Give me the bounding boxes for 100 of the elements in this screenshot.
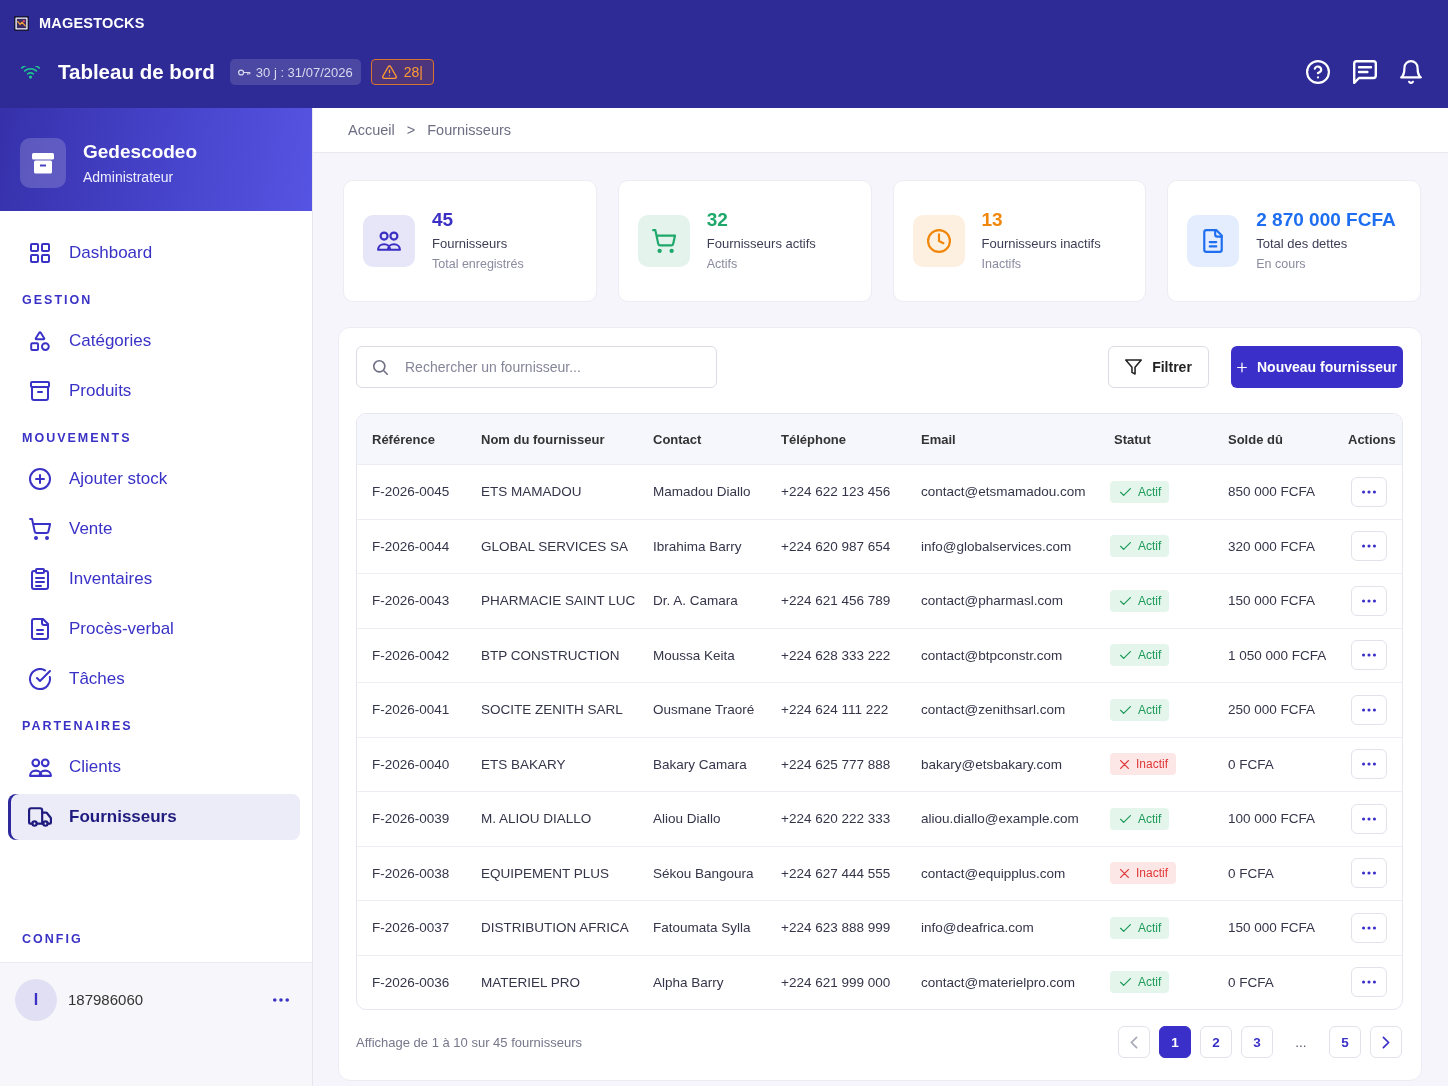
table-cell: ETS BAKARY [481,756,566,772]
table-cell: contact@etsmamadou.com [921,484,1086,500]
table-cell: 1 050 000 FCFA [1228,647,1327,663]
more-icon[interactable] [273,998,289,1002]
filter-icon [1125,359,1143,375]
sidebar-item[interactable]: Vente [8,506,300,552]
table-cell: info@globalservices.com [921,538,1072,554]
shapes-icon [30,331,50,351]
messages-icon[interactable] [1353,60,1377,84]
table-cell: BTP CONSTRUCTION [481,647,620,663]
search-field[interactable]: Rechercher un fournisseur... [356,346,717,388]
page-button[interactable]: 2 [1200,1026,1232,1058]
table-cell: F-2026-0042 [372,647,450,663]
user-avatar: I [15,979,57,1021]
stat-value: 45 [432,208,454,232]
sidebar-item[interactable]: Inventaires [8,556,300,602]
table-cell: +224 625 777 888 [781,756,891,772]
status-label: Actif [1138,702,1162,717]
table-cell: F-2026-0038 [372,865,450,881]
row-actions-button[interactable] [1351,912,1387,943]
section-label: PARTENAIRES [22,718,133,734]
pagination-ellipsis: ... [1294,1034,1308,1050]
table-cell: +224 622 123 456 [781,484,891,500]
column-header: Nom du fournisseur [481,431,605,447]
stat-label: Total des dettes [1256,235,1348,253]
column-header: Email [921,431,956,447]
sidebar-item[interactable]: Produits [8,368,300,414]
page-button[interactable]: 5 [1329,1026,1361,1058]
check-icon [1120,651,1131,660]
table-cell: +224 620 987 654 [781,538,891,554]
section-label: GESTION [22,292,93,308]
alert-count: 28| [403,64,423,80]
table-cell: 150 000 FCFA [1228,920,1316,936]
row-actions-button[interactable] [1351,531,1387,562]
table-cell: +224 621 999 000 [781,974,891,990]
table-cell: SOCITE ZENITH SARL [481,702,623,718]
table-cell: +224 624 111 222 [781,702,889,718]
table-cell: +224 620 222 333 [781,811,891,827]
more-icon [1362,925,1376,930]
more-icon [1362,544,1376,549]
sidebar-item[interactable]: Dashboard [8,230,300,276]
alert-badge[interactable]: 28| [370,59,434,85]
more-icon [1362,762,1376,767]
notifications-icon[interactable] [1400,60,1422,84]
user-id: 187986060 [68,991,144,1009]
page-button[interactable]: 3 [1241,1026,1273,1058]
row-actions-button[interactable] [1351,858,1387,889]
sidebar-item[interactable]: Tâches [8,656,300,702]
clock-icon [912,215,965,267]
row-actions-button[interactable] [1351,476,1387,507]
pagination-summary: Affichage de 1 à 10 sur 45 fournisseurs [356,1034,582,1050]
stat-label: Fournisseurs [432,235,508,253]
table-cell: F-2026-0040 [372,756,450,772]
table-cell: M. ALIOU DIALLO [481,811,592,827]
profile-name: Gedescodeo [83,140,198,163]
grid-icon [30,243,50,263]
table-cell: Dr. A. Camara [653,593,738,609]
sidebar-item[interactable]: Catégories [8,318,300,364]
table-cell: info@deafrica.com [921,920,1034,936]
archive-box-icon [30,381,50,401]
row-actions-button[interactable] [1351,749,1387,780]
cart-icon [637,215,690,267]
new-supplier-button[interactable]: Nouveau fournisseur [1231,346,1403,388]
column-header: Téléphone [781,431,846,447]
app-name: MAGESTOCKS [39,15,145,31]
status-label: Inactif [1136,866,1168,881]
breadcrumb-link[interactable]: Accueil [348,122,395,138]
truck-icon [28,807,52,827]
row-actions-button[interactable] [1351,694,1387,725]
cross-icon [1120,868,1129,878]
row-actions-button[interactable] [1351,585,1387,616]
table-cell: F-2026-0041 [372,702,450,718]
filter-button[interactable]: Filtrer [1108,346,1209,388]
table-cell: Bakary Camara [653,756,747,772]
status-label: Actif [1138,975,1162,990]
archive-box-icon [20,137,66,188]
page-button[interactable]: 1 [1159,1026,1191,1058]
stat-sublabel: Inactifs [981,256,1022,273]
column-header: Actions [1348,431,1396,447]
help-icon[interactable] [1306,60,1330,84]
status-label: Actif [1138,484,1162,499]
table-cell: F-2026-0045 [372,484,450,500]
sidebar-item[interactable]: Fournisseurs [8,794,300,840]
table-cell: 0 FCFA [1228,865,1274,881]
sidebar-item[interactable]: Ajouter stock [8,456,300,502]
table-cell: F-2026-0036 [372,974,450,990]
row-actions-button[interactable] [1351,640,1387,671]
next-page-button[interactable] [1370,1026,1402,1058]
sidebar-item[interactable]: Procès-verbal [8,606,300,652]
table-cell: Aliou Diallo [653,811,721,827]
table-cell: 0 FCFA [1228,756,1274,772]
sidebar-item[interactable]: Clients [8,744,300,790]
table-cell: 850 000 FCFA [1228,484,1316,500]
section-label: MOUVEMENTS [22,430,132,446]
row-actions-button[interactable] [1351,967,1387,998]
more-icon [1362,871,1376,876]
row-actions-button[interactable] [1351,803,1387,834]
table-cell: 150 000 FCFA [1228,593,1316,609]
check-icon [1120,814,1131,823]
status-label: Actif [1138,539,1162,554]
